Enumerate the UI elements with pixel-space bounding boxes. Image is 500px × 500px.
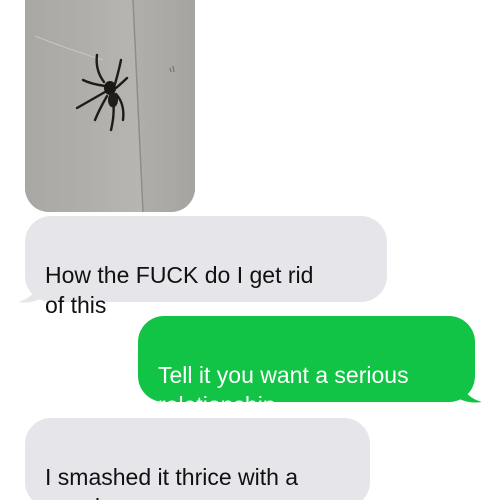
outgoing-bubble-tail [452, 380, 482, 403]
message-bubble-incoming[interactable]: I smashed it thrice with a wooden spoon [25, 418, 370, 500]
message-text: I smashed it thrice with a wooden spoon [45, 464, 299, 500]
message-bubble-incoming[interactable]: How the FUCK do I get rid of this [25, 216, 387, 318]
message-thread: How the FUCK do I get rid of this Tell i… [0, 0, 500, 500]
message-bubble-outgoing[interactable]: Tell it you want a serious relationship [138, 316, 475, 418]
photo-message[interactable] [25, 0, 195, 212]
spider-photo-icon [25, 0, 195, 212]
message-text: How the FUCK do I get rid of this [45, 262, 314, 318]
incoming-bubble-tail [18, 280, 48, 303]
message-text: Tell it you want a serious relationship [158, 362, 409, 418]
